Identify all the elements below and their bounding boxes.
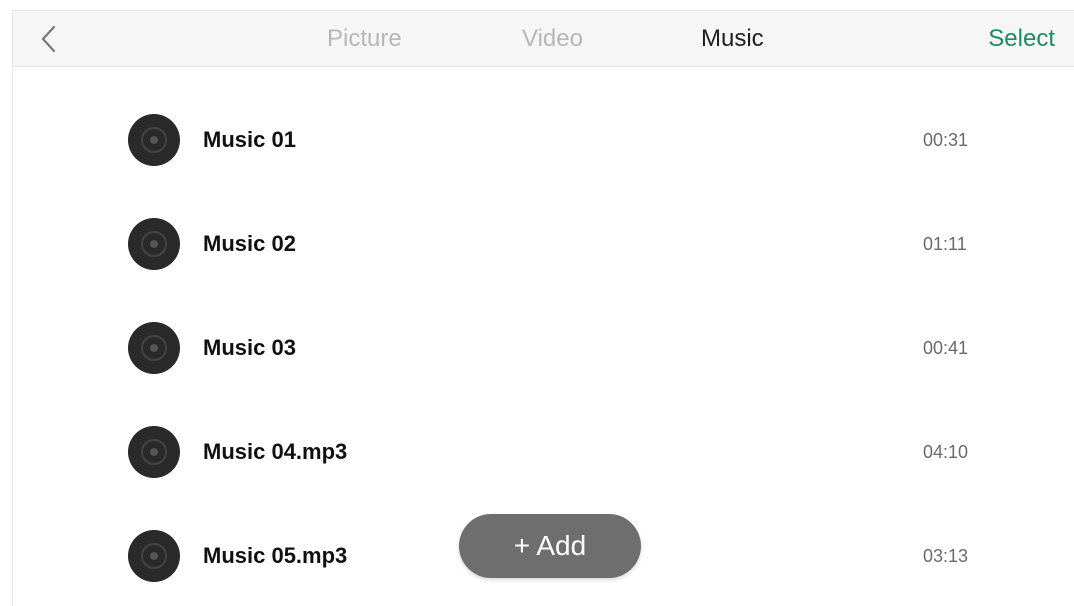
- select-button[interactable]: Select: [988, 25, 1055, 53]
- music-duration: 01:11: [923, 234, 967, 254]
- music-duration: 03:13: [923, 546, 969, 566]
- disc-icon: [128, 114, 180, 166]
- disc-icon: [128, 530, 180, 582]
- disc-icon: [128, 322, 180, 374]
- top-bar: Picture Video Music Select: [13, 11, 1074, 67]
- music-title: Music 04.mp3: [203, 439, 348, 464]
- music-title: Music 03: [203, 335, 296, 360]
- list-item[interactable]: Music 03 00:41: [13, 302, 1074, 392]
- list-item[interactable]: Music 01 00:31: [13, 94, 1074, 184]
- add-button[interactable]: + Add: [459, 514, 641, 578]
- chevron-left-icon: [41, 25, 56, 53]
- music-title: Music 05.mp3: [203, 543, 348, 568]
- music-title: Music 02: [203, 231, 296, 256]
- music-title: Music 01: [203, 127, 296, 152]
- music-duration: 00:41: [923, 338, 969, 358]
- tab-video[interactable]: Video: [522, 25, 583, 53]
- tab-music[interactable]: Music: [701, 25, 764, 53]
- list-item[interactable]: Music 02 01:11: [13, 198, 1074, 288]
- music-screen: Picture Video Music Select Music 01 00:3…: [12, 10, 1074, 606]
- disc-icon: [128, 218, 180, 270]
- music-duration: 04:10: [923, 442, 969, 462]
- music-duration: 00:31: [923, 130, 969, 150]
- tab-picture[interactable]: Picture: [327, 25, 402, 53]
- disc-icon: [128, 426, 180, 478]
- back-button[interactable]: [31, 21, 67, 57]
- list-item[interactable]: Music 04.mp3 04:10: [13, 406, 1074, 496]
